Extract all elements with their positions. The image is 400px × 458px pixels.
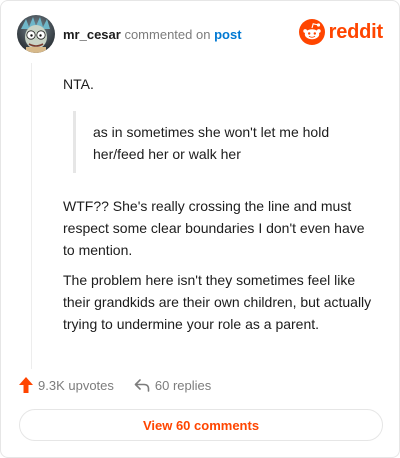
upvotes-stat[interactable]: 9.3K upvotes xyxy=(19,377,114,393)
quote-text: as in sometimes she won't let me hold he… xyxy=(93,124,330,162)
comment-intro: NTA. xyxy=(63,76,94,92)
replies-stat[interactable]: 60 replies xyxy=(134,378,211,393)
upvote-arrow-icon xyxy=(19,377,33,393)
comment-paragraph: The problem here isn't they sometimes fe… xyxy=(63,272,372,332)
comment-stats: 9.3K upvotes 60 replies xyxy=(19,375,211,395)
comment-header: mr_cesar commented on post reddit xyxy=(17,15,383,55)
action-text: commented on xyxy=(124,27,211,42)
avatar[interactable] xyxy=(17,15,55,53)
reddit-wordmark: reddit xyxy=(328,20,384,43)
post-link[interactable]: post xyxy=(214,27,241,42)
comment-body: NTA. as in sometimes she won't let me ho… xyxy=(31,63,372,369)
comment-meta: mr_cesar commented on post xyxy=(63,27,242,43)
comment-card: mr_cesar commented on post reddit NTA. a… xyxy=(0,0,400,458)
reddit-logo[interactable]: reddit xyxy=(298,19,384,45)
reply-arrow-icon xyxy=(134,379,150,392)
comment-paragraph: WTF?? She's really crossing the line and… xyxy=(63,198,365,258)
username[interactable]: mr_cesar xyxy=(63,27,121,42)
upvotes-count: 9.3K upvotes xyxy=(38,377,114,393)
replies-count: 60 replies xyxy=(154,377,212,393)
blockquote: as in sometimes she won't let me hold he… xyxy=(73,111,356,173)
reddit-snoo-icon xyxy=(298,19,325,45)
cartoon-avatar-icon xyxy=(21,17,50,53)
view-comments-button[interactable]: View 60 comments xyxy=(19,409,383,441)
